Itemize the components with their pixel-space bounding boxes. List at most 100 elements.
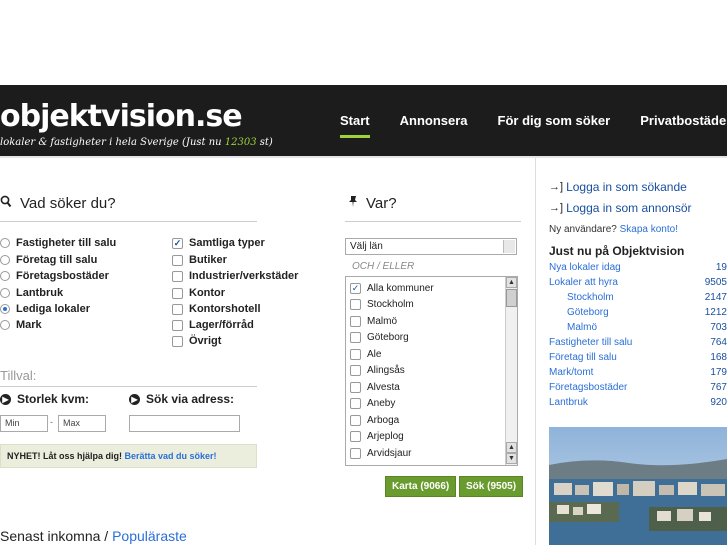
list-scrollbar[interactable]: ▲ ▲ ▼	[505, 277, 517, 465]
municipality-item[interactable]: ✓ Alla kommuner	[350, 283, 434, 294]
radio-lediga-lokaler[interactable]: Lediga lokaler	[0, 303, 90, 315]
municipality-item[interactable]: Arboga	[350, 415, 399, 426]
checkbox-checked[interactable]: ✓	[350, 283, 361, 294]
nav-privatbostader[interactable]: Privatbostäder	[640, 113, 727, 138]
stat-label[interactable]: Mark/tomt	[549, 367, 593, 378]
radio-mark[interactable]: Mark	[0, 319, 42, 331]
stat-label[interactable]: Lokaler att hyra	[549, 277, 618, 288]
municipality-item[interactable]: Alingsås	[350, 365, 405, 376]
checkbox-checked[interactable]: ✓	[172, 237, 183, 249]
search-button[interactable]: Sök (9505)	[459, 476, 524, 497]
checkbox[interactable]	[350, 332, 361, 343]
checkbox[interactable]	[172, 303, 183, 315]
radio-fastigheter[interactable]: Fastigheter till salu	[0, 237, 116, 249]
login-seeker-link[interactable]: →] Logga in som sökande	[549, 180, 687, 194]
nav-start[interactable]: Start	[340, 113, 370, 138]
stat-row[interactable]: Företag till salu 168	[549, 352, 727, 363]
stat-row[interactable]: Göteborg 1212	[567, 307, 727, 318]
scroll-up-icon[interactable]: ▲	[506, 442, 517, 453]
radio-button-selected[interactable]	[0, 304, 10, 314]
checkbox[interactable]	[350, 299, 361, 310]
nav-annonsera[interactable]: Annonsera	[400, 113, 468, 138]
scroll-down-icon[interactable]: ▼	[506, 453, 517, 464]
stat-row[interactable]: Lantbruk 920	[549, 397, 727, 408]
checkbox[interactable]	[350, 382, 361, 393]
checkbox[interactable]	[350, 365, 361, 376]
municipality-item[interactable]: Aneby	[350, 398, 395, 409]
checkbox[interactable]	[172, 335, 183, 347]
dropdown-arrow-icon[interactable]	[503, 240, 515, 253]
stat-row[interactable]: Malmö 703	[567, 322, 727, 333]
min-size-input[interactable]: Min	[0, 415, 48, 432]
popular-link[interactable]: Populäraste	[112, 528, 187, 544]
stat-label[interactable]: Nya lokaler idag	[549, 262, 621, 273]
news-banner: NYHET! Låt oss hjälpa dig! Berätta vad d…	[0, 444, 257, 468]
radio-lantbruk[interactable]: Lantbruk	[0, 287, 63, 299]
city-photo[interactable]	[549, 427, 727, 545]
checkbox-butiker[interactable]: Butiker	[172, 254, 227, 266]
checkbox[interactable]	[350, 349, 361, 360]
stat-row[interactable]: Lokaler att hyra 9505	[549, 277, 727, 288]
address-input[interactable]	[129, 415, 240, 432]
municipality-item[interactable]: Ale	[350, 349, 381, 360]
stat-label[interactable]: Göteborg	[567, 307, 609, 318]
municipality-item[interactable]: Alvesta	[350, 382, 400, 393]
stat-row[interactable]: Stockholm 2147	[567, 292, 727, 303]
latest-prefix[interactable]: Senast inkomna	[0, 528, 100, 544]
checkbox-kontorshotell[interactable]: Kontorshotell	[172, 303, 261, 315]
login-advertiser-link[interactable]: →] Logga in som annonsör	[549, 201, 691, 215]
municipality-item[interactable]: Arjeplog	[350, 431, 404, 442]
scroll-up-icon[interactable]: ▲	[506, 277, 517, 288]
checkbox[interactable]	[350, 398, 361, 409]
checkbox[interactable]	[172, 270, 183, 282]
scroll-thumb[interactable]	[506, 289, 517, 307]
municipality-item[interactable]: Arvidsjaur	[350, 448, 411, 459]
radio-label: Mark	[16, 319, 42, 331]
map-button[interactable]: Karta (9066)	[385, 476, 457, 497]
checkbox-kontor[interactable]: Kontor	[172, 287, 225, 299]
radio-button[interactable]	[0, 271, 10, 281]
max-size-input[interactable]: Max	[58, 415, 106, 432]
stat-row[interactable]: Fastigheter till salu 764	[549, 337, 727, 348]
nav-for-dig-som-soker[interactable]: För dig som söker	[498, 113, 611, 138]
radio-button[interactable]	[0, 288, 10, 298]
county-select[interactable]: Välj län	[345, 238, 517, 255]
checkbox-lager[interactable]: Lager/förråd	[172, 319, 254, 331]
site-logo[interactable]: objektvision.se	[0, 99, 243, 134]
checkbox[interactable]	[172, 254, 183, 266]
radio-button[interactable]	[0, 238, 10, 248]
magnifier-icon	[0, 195, 12, 212]
news-link[interactable]: Berätta vad du söker!	[125, 451, 217, 461]
create-account-link[interactable]: Skapa konto!	[620, 224, 678, 235]
stat-label[interactable]: Stockholm	[567, 292, 614, 303]
checkbox-samtliga-typer[interactable]: ✓ Samtliga typer	[172, 237, 265, 249]
municipality-item[interactable]: Malmö	[350, 316, 397, 327]
municipality-label: Arboga	[367, 415, 400, 426]
stat-label[interactable]: Företagsbostäder	[549, 382, 627, 393]
checkbox[interactable]	[350, 448, 361, 459]
stat-label[interactable]: Fastigheter till salu	[549, 337, 632, 348]
range-separator: -	[50, 417, 53, 427]
checkbox-ovrigt[interactable]: Övrigt	[172, 335, 221, 347]
stat-row[interactable]: Företagsbostäder 767	[549, 382, 727, 393]
radio-foretagsbostader[interactable]: Företagsbostäder	[0, 270, 109, 282]
stat-label[interactable]: Lantbruk	[549, 397, 588, 408]
checkbox[interactable]	[350, 415, 361, 426]
checkbox-industrier[interactable]: Industrier/verkstäder	[172, 270, 298, 282]
checkbox[interactable]	[350, 431, 361, 442]
municipality-list[interactable]: ✓ Alla kommuner Stockholm Malmö Göteborg …	[345, 276, 518, 466]
checkbox[interactable]	[172, 319, 183, 331]
login-advertiser-text: Logga in som annonsör	[566, 201, 692, 215]
municipality-item[interactable]: Stockholm	[350, 299, 414, 310]
checkbox[interactable]	[350, 316, 361, 327]
radio-button[interactable]	[0, 320, 10, 330]
stat-label[interactable]: Företag till salu	[549, 352, 617, 363]
municipality-item[interactable]: Göteborg	[350, 332, 409, 343]
stat-row[interactable]: Mark/tomt 179	[549, 367, 727, 378]
stat-label[interactable]: Malmö	[567, 322, 597, 333]
municipality-label: Alvesta	[367, 382, 400, 393]
stat-row[interactable]: Nya lokaler idag 19	[549, 262, 727, 273]
radio-foretag[interactable]: Företag till salu	[0, 254, 97, 266]
checkbox[interactable]	[172, 287, 183, 299]
radio-button[interactable]	[0, 255, 10, 265]
